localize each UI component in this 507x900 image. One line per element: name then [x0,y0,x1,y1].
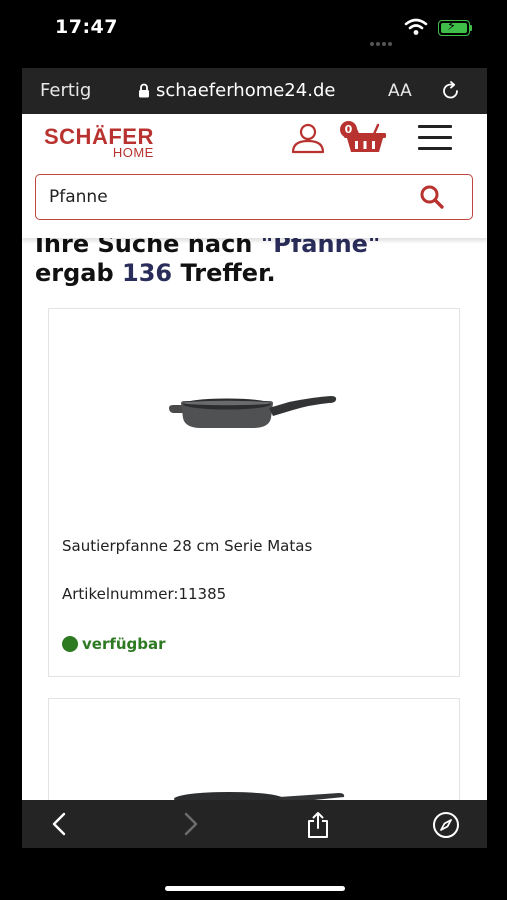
results-heading: Ihre Suche nach "Pfanne" ergab 136 Treff… [35,230,381,287]
lock-icon [138,82,150,103]
schaefer-home-logo[interactable]: SCHÄFER HOME [44,126,154,161]
wifi-icon [404,18,428,40]
address-field[interactable]: schaeferhome24.de [138,80,335,103]
home-indicator[interactable] [165,886,345,891]
search-input[interactable] [49,187,409,207]
status-time: 17:47 [55,16,118,38]
battery-tip [470,25,472,31]
cellular-signal-icon [370,31,394,50]
search-box[interactable] [35,174,473,220]
forward-icon[interactable] [182,811,200,841]
browser-toolbar [22,800,487,848]
product-card[interactable]: Sautierpfanne 28 cm Serie Matas Artikeln… [48,308,460,677]
search-icon[interactable] [419,184,445,214]
user-account-icon[interactable] [290,122,326,158]
availability-status: verfügbar [62,635,166,653]
product-sku: Artikelnummer:11385 [62,585,227,603]
pan-product-image[interactable] [169,394,339,438]
browser-window: Fertig schaeferhome24.de AA SCHÄFER HOME [22,68,487,848]
back-icon[interactable] [50,811,68,841]
result-count: 136 [122,259,173,287]
status-bar: 17:47 ⚡ [0,0,507,60]
url-text: schaeferhome24.de [156,80,336,101]
availability-dot-icon [62,636,78,652]
compass-icon[interactable] [432,811,460,843]
site-header: SCHÄFER HOME 0 [22,114,487,238]
product-name[interactable]: Sautierpfanne 28 cm Serie Matas [62,537,312,555]
battery-icon: ⚡ [438,19,470,36]
done-button[interactable]: Fertig [40,80,91,101]
browser-url-bar: Fertig schaeferhome24.de AA [22,68,487,114]
cart-count-badge: 0 [340,121,357,138]
text-size-button[interactable]: AA [388,81,412,101]
share-icon[interactable] [305,811,331,843]
reload-icon[interactable] [440,80,462,106]
hamburger-menu-icon[interactable] [418,125,452,158]
